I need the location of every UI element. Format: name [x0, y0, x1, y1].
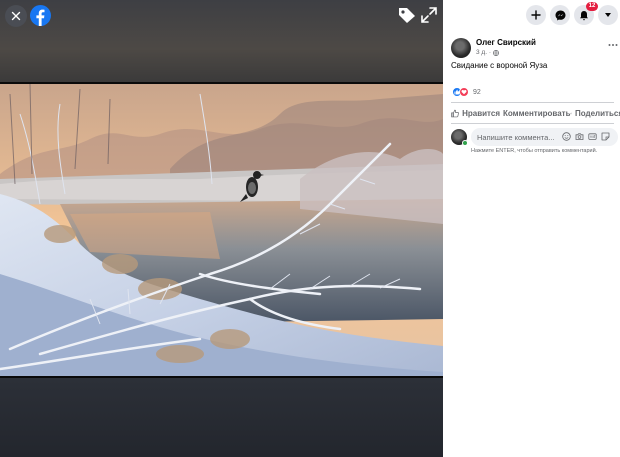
winter-river-crow-photo: [0, 84, 443, 376]
author-avatar[interactable]: [451, 38, 471, 58]
create-button[interactable]: [526, 5, 546, 25]
reaction-count: 92: [473, 88, 481, 96]
share-button[interactable]: Поделиться: [570, 105, 620, 121]
tag-icon[interactable]: [397, 6, 417, 24]
post-panel: 12 Олег Свирский 3 д. · Свидание с ворон…: [443, 0, 620, 457]
post-options-button[interactable]: [608, 42, 618, 48]
gif-icon[interactable]: [588, 132, 597, 141]
close-button[interactable]: [5, 5, 27, 27]
divider-top: [451, 102, 614, 103]
post-header: Олег Свирский 3 д. ·: [451, 38, 618, 60]
caret-down-icon: [605, 13, 611, 17]
emoji-icon[interactable]: [562, 132, 571, 141]
post-photo: [0, 82, 443, 378]
messenger-button[interactable]: [550, 5, 570, 25]
comment-label: Комментировать: [503, 108, 570, 118]
globe-icon: [493, 49, 499, 56]
share-label: Поделиться: [574, 108, 620, 118]
facebook-logo[interactable]: [30, 5, 51, 26]
blurred-background-bottom: [0, 378, 443, 457]
post-text: Свидание с вороной Яуза: [451, 61, 548, 70]
blurred-background-top: [0, 0, 443, 82]
post-meta: 3 д. ·: [476, 49, 499, 56]
post-actions: Нравится Комментировать Поделиться: [451, 105, 620, 121]
post-time[interactable]: 3 д. ·: [476, 49, 491, 56]
comment-composer: [451, 128, 618, 146]
account-menu-button[interactable]: [598, 5, 618, 25]
sticker-icon[interactable]: [601, 132, 610, 141]
plus-icon: [531, 10, 541, 20]
messenger-icon: [555, 10, 565, 20]
comment-button[interactable]: Комментировать: [500, 105, 570, 121]
photo-viewer: [0, 0, 443, 457]
bell-icon: [580, 10, 588, 20]
love-reaction-icon: [459, 87, 469, 97]
like-label: Нравится: [462, 108, 500, 118]
expand-icon[interactable]: [420, 6, 438, 24]
author-name[interactable]: Олег Свирский: [476, 38, 536, 47]
facebook-logo-icon: [36, 9, 45, 26]
top-navigation: 12: [443, 0, 620, 32]
divider-bottom: [451, 123, 614, 124]
thumbs-up-icon: [451, 109, 459, 117]
comment-tools: [562, 132, 610, 141]
like-button[interactable]: Нравится: [451, 105, 500, 121]
share-icon: [570, 112, 572, 114]
comment-hint: Нажмите ENTER, чтобы отправить комментар…: [471, 148, 598, 154]
more-horizontal-icon: [608, 44, 618, 46]
notifications-badge: 12: [586, 2, 598, 11]
reactions-summary[interactable]: 92: [452, 86, 481, 98]
online-status-dot: [462, 140, 468, 146]
camera-icon[interactable]: [575, 132, 584, 141]
close-icon: [11, 11, 21, 21]
